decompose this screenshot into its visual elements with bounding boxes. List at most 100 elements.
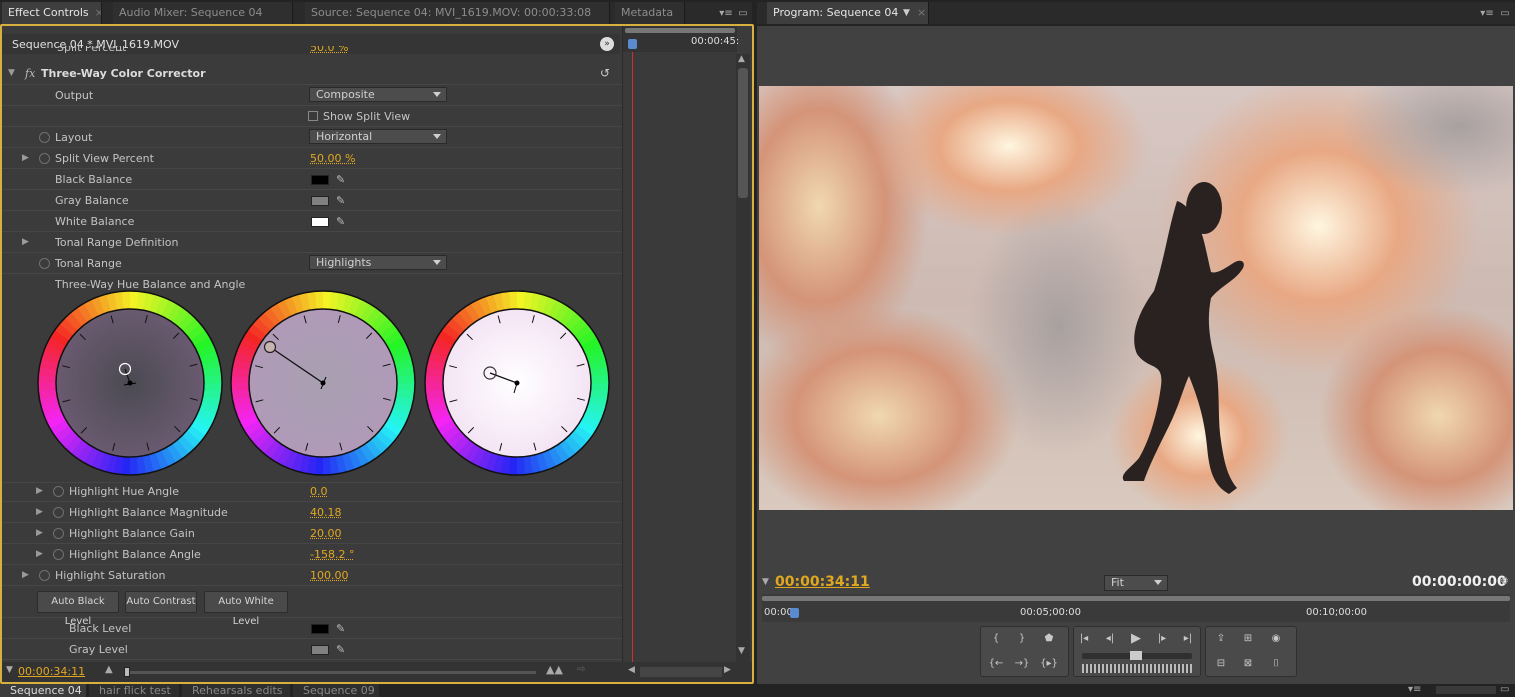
- eyedropper-icon[interactable]: ✎: [336, 643, 345, 656]
- maximize-icon[interactable]: ▭: [1497, 6, 1513, 22]
- output-icon[interactable]: ◉: [1266, 630, 1286, 648]
- stopwatch-icon[interactable]: [39, 258, 50, 269]
- row-value[interactable]: 50.0 %: [310, 46, 348, 54]
- black-swatch[interactable]: [311, 175, 329, 185]
- stopwatch-icon[interactable]: [39, 570, 50, 581]
- effect-title-row[interactable]: ▼ fx Three-Way Color Corrector ↺: [2, 63, 622, 85]
- highlights-wheel[interactable]: [424, 290, 610, 476]
- scroll-up-icon[interactable]: ▲: [738, 54, 745, 64]
- play-icon[interactable]: ▶: [1126, 630, 1146, 648]
- show-split-checkbox[interactable]: [308, 111, 318, 121]
- maximize-icon[interactable]: ▭: [735, 6, 751, 22]
- bottom-scroll-track[interactable]: [1436, 686, 1496, 694]
- vertical-scrollbar[interactable]: ▲ ▼: [736, 54, 750, 662]
- hue-angle-value[interactable]: 0.0: [310, 485, 328, 498]
- bottom-tab-rehearsals[interactable]: Rehearsals edits: [182, 684, 290, 697]
- gray-level-swatch[interactable]: [311, 645, 329, 655]
- close-icon[interactable]: ×: [95, 6, 101, 19]
- video-frame[interactable]: [759, 86, 1513, 510]
- jog-wheel[interactable]: [1082, 664, 1192, 673]
- balance-angle-value[interactable]: -158.2 °: [310, 548, 354, 561]
- expand-triangle-icon[interactable]: ▶: [36, 485, 48, 497]
- balance-gain-value[interactable]: 20.00: [310, 527, 342, 540]
- bottom-tab-sequence-04[interactable]: Sequence 04: [0, 684, 86, 697]
- bottom-tab-sequence-09[interactable]: Sequence 09: [293, 684, 379, 697]
- expand-triangle-icon[interactable]: ▶: [22, 236, 34, 248]
- balance-handle[interactable]: [263, 340, 277, 354]
- balance-magnitude-value[interactable]: 40.18: [310, 506, 342, 519]
- playhead-icon[interactable]: [790, 608, 799, 618]
- current-timecode[interactable]: 00:00:34:11: [775, 574, 870, 590]
- bottom-panel-menu-icon[interactable]: ▾≡: [1408, 684, 1421, 695]
- fx-icon[interactable]: fx: [25, 67, 35, 80]
- shuttle-handle[interactable]: [1130, 651, 1142, 660]
- go-to-out-icon[interactable]: →}: [1012, 655, 1032, 673]
- zoom-handle[interactable]: [124, 667, 130, 677]
- play-in-to-out-icon[interactable]: {▸}: [1039, 655, 1059, 673]
- bottom-maximize-icon[interactable]: ▭: [1500, 684, 1509, 695]
- insert-icon[interactable]: ⊟: [1211, 655, 1231, 673]
- expand-triangle-icon[interactable]: ▼: [8, 67, 20, 79]
- auto-white-level-button[interactable]: Auto White Level: [204, 591, 288, 627]
- timeline-scroll-left-icon[interactable]: ◀: [628, 665, 635, 675]
- stopwatch-icon[interactable]: [53, 486, 64, 497]
- reset-icon[interactable]: ↺: [600, 66, 610, 80]
- scroll-down-icon[interactable]: ▼: [738, 646, 745, 656]
- timeline-scroll-right-icon[interactable]: ▶: [724, 665, 731, 675]
- add-marker-icon[interactable]: ⬟: [1039, 630, 1059, 648]
- mark-in-icon[interactable]: {: [986, 630, 1006, 648]
- timeline-scroll-track[interactable]: [640, 667, 722, 677]
- tab-metadata[interactable]: Metadata: [615, 2, 685, 24]
- mark-out-icon[interactable]: }: [1012, 630, 1032, 648]
- eyedropper-icon[interactable]: ✎: [336, 194, 345, 207]
- step-forward-icon[interactable]: |▸: [1152, 630, 1172, 648]
- stopwatch-icon[interactable]: [53, 549, 64, 560]
- white-swatch[interactable]: [311, 217, 329, 227]
- bottom-tab-hair-flick[interactable]: hair flick test: [89, 684, 179, 697]
- footer-timecode[interactable]: 00:00:34:11: [18, 665, 85, 678]
- overlay-icon[interactable]: ⊠: [1238, 655, 1258, 673]
- auto-black-level-button[interactable]: Auto Black Level: [37, 591, 119, 627]
- export-icon[interactable]: ⇨: [577, 664, 585, 675]
- panel-menu-icon[interactable]: ▾≡: [1479, 6, 1495, 22]
- gray-swatch[interactable]: [311, 196, 329, 206]
- lift-icon[interactable]: ⇪: [1211, 630, 1231, 648]
- settings-icon[interactable]: ⚙: [1500, 576, 1509, 587]
- step-back-icon[interactable]: ◂|: [1100, 630, 1120, 648]
- program-ruler[interactable]: 00:00 00:05;00:00 00:10;00:00: [762, 594, 1510, 622]
- stopwatch-icon[interactable]: [53, 507, 64, 518]
- mini-ruler[interactable]: 00:00:45:: [623, 26, 739, 52]
- stopwatch-icon[interactable]: [39, 132, 50, 143]
- eyedropper-icon[interactable]: ✎: [336, 215, 345, 228]
- tab-audio-mixer[interactable]: Audio Mixer: Sequence 04: [113, 2, 293, 24]
- expand-triangle-icon[interactable]: ▶: [22, 152, 34, 164]
- split-percent-value[interactable]: 50.00 %: [310, 152, 355, 165]
- previous-edit-icon[interactable]: |◂: [1074, 630, 1094, 648]
- stopwatch-icon[interactable]: [53, 528, 64, 539]
- tab-source[interactable]: Source: Sequence 04: MVI_1619.MOV: 00:00…: [305, 2, 610, 24]
- midtones-wheel[interactable]: [230, 290, 416, 476]
- tab-menu-icon[interactable]: ▼: [903, 2, 910, 24]
- playhead-icon[interactable]: [628, 39, 637, 49]
- auto-contrast-button[interactable]: Auto Contrast: [125, 591, 197, 613]
- shadows-wheel[interactable]: [37, 290, 223, 476]
- expand-triangle-icon[interactable]: ▶: [36, 548, 48, 560]
- zoom-slider[interactable]: [124, 671, 536, 674]
- black-level-swatch[interactable]: [311, 624, 329, 634]
- next-edit-icon[interactable]: ▸|: [1178, 630, 1198, 648]
- export-frame-icon[interactable]: ⌷: [1266, 655, 1286, 673]
- close-icon[interactable]: ×: [917, 2, 926, 24]
- fit-dropdown[interactable]: Fit: [1104, 575, 1168, 591]
- expand-triangle-icon[interactable]: ▶: [36, 506, 48, 518]
- scroll-thumb[interactable]: [738, 68, 748, 198]
- layout-dropdown[interactable]: Horizontal: [309, 129, 447, 144]
- output-dropdown[interactable]: Composite: [309, 87, 447, 102]
- zoom-out-icon[interactable]: ▲: [105, 664, 113, 675]
- expand-triangle-icon[interactable]: ▶: [36, 527, 48, 539]
- saturation-value[interactable]: 100.00: [310, 569, 349, 582]
- eyedropper-icon[interactable]: ✎: [336, 622, 345, 635]
- zoom-in-icon[interactable]: ▲▲: [546, 663, 563, 676]
- go-to-in-icon[interactable]: {←: [986, 655, 1006, 673]
- expand-triangle-icon[interactable]: ▶: [22, 569, 34, 581]
- panel-menu-icon[interactable]: ▾≡: [718, 6, 734, 22]
